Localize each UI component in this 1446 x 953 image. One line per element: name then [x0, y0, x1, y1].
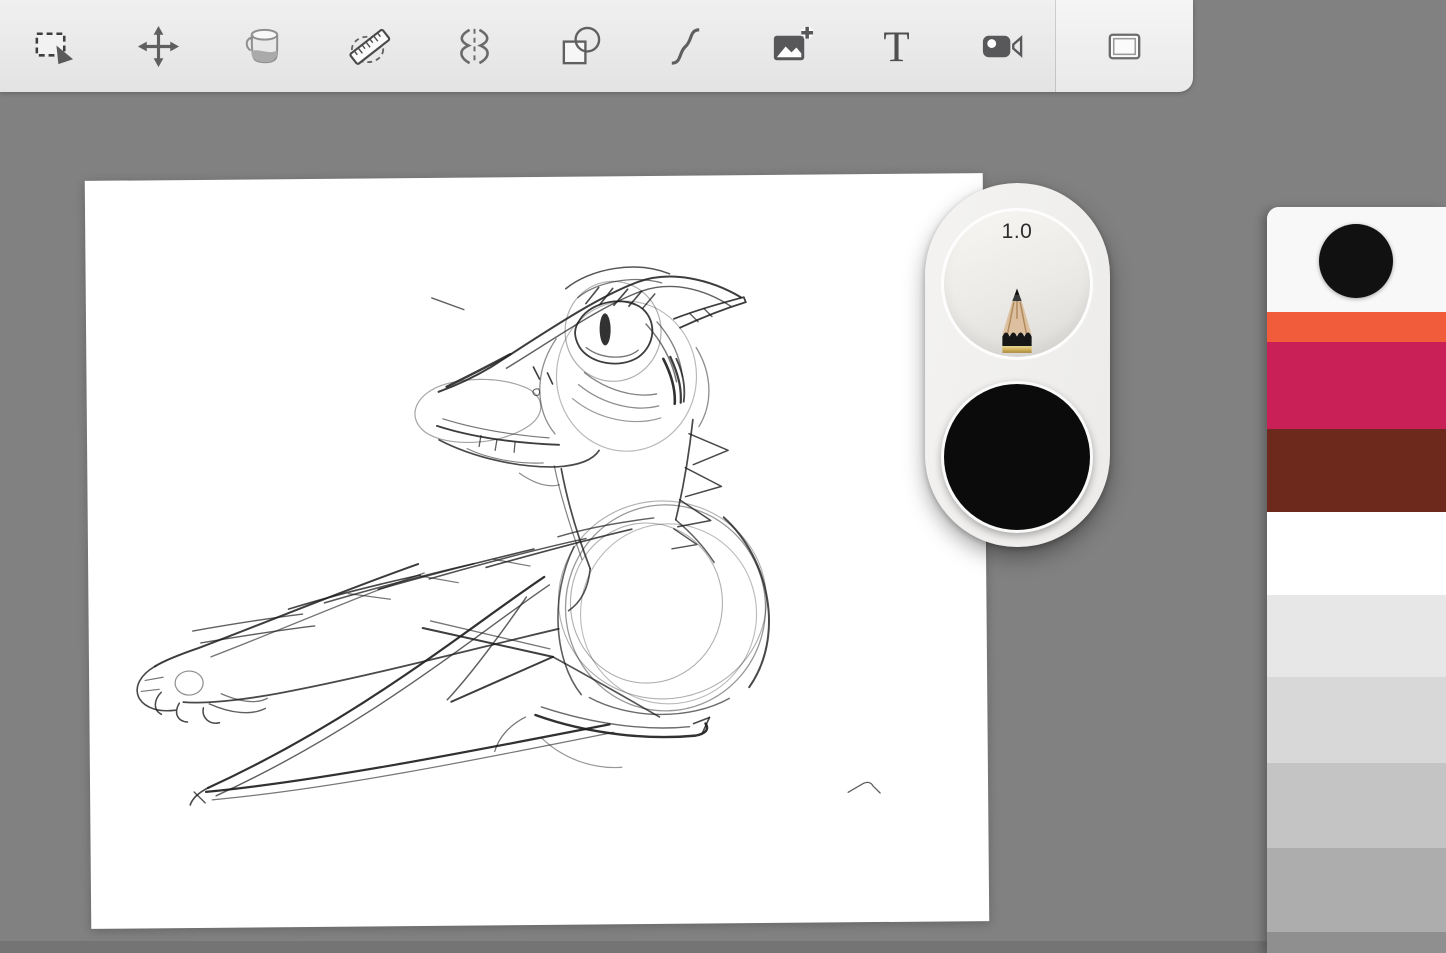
palette-swatch-gray-soft[interactable]: [1267, 677, 1446, 763]
svg-text:T: T: [884, 24, 910, 70]
app-window: T 1.0: [0, 0, 1446, 953]
canvas-frame-icon: [1101, 23, 1148, 70]
brush-puck: 1.0: [925, 183, 1110, 547]
tool-symmetry-button[interactable]: [422, 0, 528, 92]
tool-transform-button[interactable]: [106, 0, 212, 92]
tool-fill-button[interactable]: [211, 0, 317, 92]
tool-text-button[interactable]: T: [844, 0, 950, 92]
current-color-swatch[interactable]: [1319, 224, 1393, 298]
brush-size-puck[interactable]: 1.0: [941, 208, 1093, 360]
toolbar-canvas-section: [1056, 0, 1193, 92]
tool-time-lapse-button[interactable]: [950, 0, 1056, 92]
color-palette-panel: [1267, 207, 1446, 953]
tool-selection-button[interactable]: [0, 0, 106, 92]
toolbar: T: [0, 0, 1193, 92]
ruler-icon: [346, 23, 393, 70]
current-color-area: [1267, 207, 1446, 312]
add-image-icon: [768, 23, 815, 70]
brush-size-label: 1.0: [944, 220, 1090, 244]
palette-swatch-gray-dark[interactable]: [1267, 932, 1446, 953]
palette-swatch-gray-deep[interactable]: [1267, 848, 1446, 932]
dragon-sketch: [85, 173, 989, 929]
pencil-tip-icon: [994, 287, 1040, 355]
text-icon: T: [873, 23, 920, 70]
tool-stroke-button[interactable]: [633, 0, 739, 92]
symmetry-icon: [451, 23, 498, 70]
palette-swatch-white[interactable]: [1267, 512, 1446, 595]
tool-shapes-button[interactable]: [528, 0, 634, 92]
video-camera-icon: [979, 23, 1026, 70]
move-arrows-icon: [135, 23, 182, 70]
tool-import-image-button[interactable]: [739, 0, 845, 92]
palette-swatch-gray-mid[interactable]: [1267, 763, 1446, 848]
paint-bucket-icon: [240, 23, 287, 70]
curve-stroke-icon: [662, 23, 709, 70]
palette-swatches: [1267, 312, 1446, 953]
selection-marquee-icon: [29, 23, 76, 70]
drawing-canvas[interactable]: [85, 173, 989, 929]
shapes-icon: [557, 23, 604, 70]
color-puck[interactable]: [941, 381, 1093, 533]
tool-canvas-button[interactable]: [1075, 0, 1175, 92]
bottom-strip: [0, 941, 1446, 953]
palette-swatch-dark-brown[interactable]: [1267, 429, 1446, 512]
palette-swatch-crimson[interactable]: [1267, 342, 1446, 429]
tool-ruler-button[interactable]: [317, 0, 423, 92]
palette-swatch-gray-light[interactable]: [1267, 595, 1446, 677]
palette-swatch-orange[interactable]: [1267, 312, 1446, 342]
toolbar-main: T: [0, 0, 1056, 92]
